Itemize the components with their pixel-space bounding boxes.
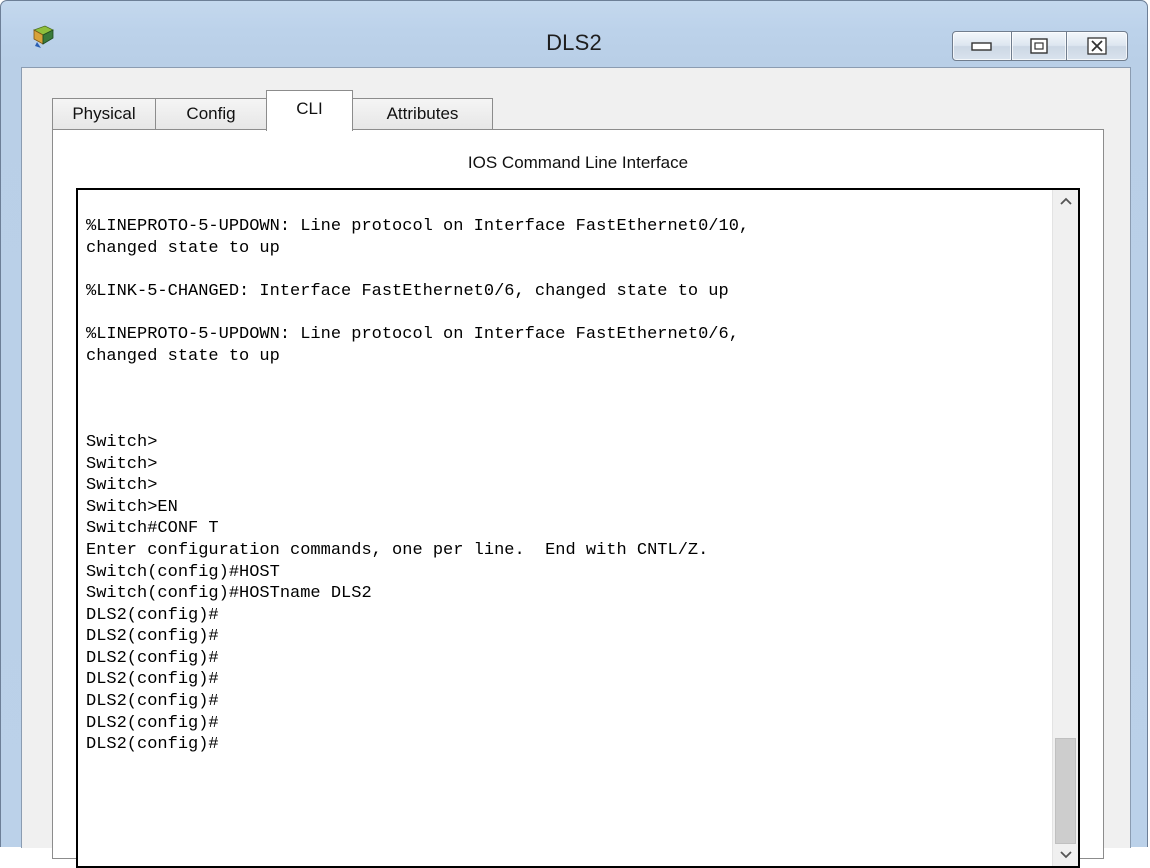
terminal-line: Switch(config)#HOSTname DLS2	[86, 584, 372, 604]
close-icon	[1087, 37, 1107, 55]
tab-physical[interactable]: Physical	[52, 98, 156, 130]
terminal-line: Switch(config)#HOST	[86, 562, 280, 582]
terminal-line: Switch>	[86, 432, 158, 452]
terminal-line: Switch#CONF T	[86, 519, 219, 539]
terminal-line: %LINK-5-CHANGED: Interface FastEthernet0…	[86, 281, 729, 301]
terminal-line: DLS2(config)#	[86, 627, 219, 647]
terminal-line: Enter configuration commands, one per li…	[86, 540, 709, 560]
terminal-line: %LINEPROTO-5-UPDOWN: Line protocol on In…	[86, 324, 739, 344]
maximize-icon	[1030, 38, 1048, 54]
device-window: DLS2 Physical Config CLI Attributes IOS …	[0, 0, 1148, 868]
scroll-down-button[interactable]	[1053, 844, 1078, 866]
title-bar[interactable]: DLS2	[1, 1, 1147, 65]
tab-cli[interactable]: CLI	[266, 90, 353, 131]
terminal-line: DLS2(config)#	[86, 648, 219, 668]
terminal-line: DLS2(config)#	[86, 735, 219, 755]
terminal-line: DLS2(config)#	[86, 713, 219, 733]
terminal-line: DLS2(config)#	[86, 605, 219, 625]
vertical-scrollbar[interactable]	[1052, 190, 1078, 866]
panel-title: IOS Command Line Interface	[467, 153, 689, 172]
client-area: Physical Config CLI Attributes IOS Comma…	[21, 67, 1131, 868]
terminal-line: %LINEPROTO-5-UPDOWN: Line protocol on In…	[86, 217, 750, 236]
chevron-down-icon	[1060, 851, 1072, 859]
terminal-line: Switch>EN	[86, 497, 178, 517]
close-button[interactable]	[1066, 31, 1128, 61]
cli-panel: IOS Command Line Interface %LINEPROTO-5-…	[52, 129, 1104, 868]
terminal-output[interactable]: %LINEPROTO-5-UPDOWN: Line protocol on In…	[86, 216, 1046, 756]
terminal-line: changed state to up	[86, 238, 280, 258]
terminal-line: Switch>	[86, 476, 158, 496]
terminal-line: Switch>	[86, 454, 158, 474]
tab-attributes[interactable]: Attributes	[352, 98, 493, 130]
chevron-up-icon	[1060, 197, 1072, 205]
tab-config[interactable]: Config	[155, 98, 267, 130]
terminal-line: DLS2(config)#	[86, 692, 219, 712]
minimize-button[interactable]	[952, 31, 1012, 61]
terminal-line: DLS2(config)#	[86, 670, 219, 690]
maximize-button[interactable]	[1011, 31, 1067, 61]
minimize-icon	[971, 42, 992, 51]
cli-terminal[interactable]: %LINEPROTO-5-UPDOWN: Line protocol on In…	[76, 188, 1080, 868]
scroll-thumb[interactable]	[1055, 738, 1076, 844]
scroll-up-button[interactable]	[1053, 190, 1078, 212]
terminal-line: changed state to up	[86, 346, 280, 366]
